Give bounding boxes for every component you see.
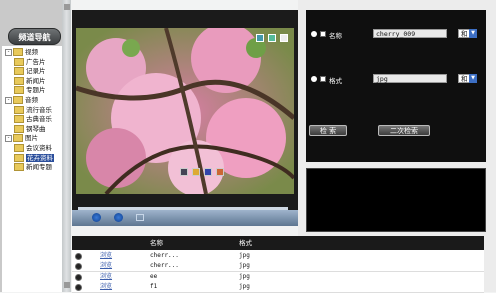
folder-icon [14, 163, 24, 172]
channel-nav-title: 频道导航 [8, 28, 61, 45]
expand-toggle-icon[interactable]: - [5, 134, 12, 142]
nav-item-label: 新闻专题 [26, 163, 52, 172]
row-select-radio[interactable] [75, 263, 82, 271]
chevron-down-icon[interactable]: ▼ [469, 29, 477, 38]
column-header-name: 名称 [150, 239, 163, 247]
browse-link[interactable]: 浏览 [100, 251, 112, 261]
nav-item[interactable]: 钢琴曲 [14, 124, 46, 134]
browse-link[interactable]: 浏览 [100, 261, 112, 271]
nav-tree: - 视频 广告片 记录片 新闻片 专题片 - 音频 流行音乐 古典音乐 钢琴曲 - 图片 会议资料 花卉资料… [2, 46, 62, 292]
results-info-panel [306, 168, 486, 232]
table-header: 名称 格式 [72, 236, 484, 250]
nav-item-label: 钢琴曲 [26, 124, 46, 133]
nav-item-label: 视频 [25, 48, 38, 56]
folder-icon [14, 124, 24, 133]
nav-item-label: 花卉资料 [26, 153, 54, 162]
nav-item-label: 广告片 [26, 57, 46, 66]
browse-link[interactable]: 浏览 [100, 282, 112, 292]
play-icon[interactable] [114, 213, 123, 222]
folder-icon [14, 57, 24, 66]
folder-icon [14, 115, 24, 124]
row-name: cherr... [150, 252, 179, 259]
fullscreen-icon[interactable] [256, 34, 264, 42]
nav-item[interactable]: 会议资料 [14, 144, 52, 153]
chevron-down-icon[interactable]: ▼ [469, 74, 477, 83]
folder-icon [14, 76, 24, 85]
nav-item-label: 图片 [25, 134, 38, 143]
folder-icon [14, 144, 24, 152]
folder-icon [14, 67, 24, 76]
nav-item[interactable]: 流行音乐 [14, 105, 52, 115]
format-input[interactable]: jpg [373, 74, 447, 83]
row-select-radio[interactable] [75, 283, 82, 291]
nav-item[interactable]: 新闻专题 [14, 163, 52, 172]
nav-item[interactable]: 记录片 [14, 67, 46, 76]
nav-item[interactable]: 花卉资料 [14, 153, 54, 163]
person-icon[interactable] [216, 168, 224, 176]
edit-icon[interactable] [280, 34, 288, 42]
collapse-down-icon[interactable] [64, 282, 70, 288]
table-row[interactable]: 浏览 f1 jpg [72, 281, 484, 293]
nav-category[interactable]: - 音频 [5, 96, 38, 105]
row-name: f1 [150, 282, 158, 290]
nav-item-label: 古典音乐 [26, 115, 52, 124]
secondary-search-button[interactable]: 二次检索 [378, 125, 430, 136]
name-label: 名称 [329, 32, 342, 40]
format-checkbox[interactable] [320, 76, 326, 82]
column-header-format: 格式 [239, 239, 252, 247]
camera-icon[interactable] [180, 168, 188, 176]
nav-item-label: 专题片 [26, 86, 46, 95]
folder-icon [14, 105, 24, 114]
disk-icon[interactable] [204, 168, 212, 176]
nav-item-label: 记录片 [26, 67, 46, 76]
nav-item[interactable]: 广告片 [14, 57, 46, 67]
seek-bar[interactable] [78, 207, 288, 210]
fit-screen-icon[interactable] [136, 214, 144, 221]
row-name: ee [150, 272, 158, 280]
nav-item[interactable]: 新闻片 [14, 76, 46, 86]
nav-category[interactable]: - 视频 [5, 48, 38, 57]
splitter[interactable] [62, 0, 71, 292]
player-controls [72, 210, 298, 226]
folder-icon [14, 153, 24, 162]
search-button[interactable]: 检 索 [309, 125, 347, 136]
row-format: jpg [239, 272, 250, 280]
folder-icon [13, 96, 23, 104]
stop-icon[interactable] [92, 213, 101, 222]
row-format: jpg [239, 282, 250, 290]
expand-toggle-icon[interactable]: - [5, 96, 12, 104]
folder-icon [13, 134, 23, 143]
row-select-radio[interactable] [75, 253, 82, 260]
row-select-radio[interactable] [75, 273, 82, 281]
format-label: 格式 [329, 77, 342, 85]
name-radio[interactable] [311, 31, 317, 37]
nav-item-label: 会议资料 [26, 144, 52, 152]
nav-item-label: 新闻片 [26, 76, 46, 85]
folder-icon [14, 86, 24, 95]
expand-toggle-icon[interactable]: - [5, 48, 12, 56]
row-format: jpg [239, 252, 250, 259]
nav-item[interactable]: 专题片 [14, 86, 46, 95]
nav-item[interactable]: 古典音乐 [14, 115, 52, 124]
nav-item-label: 流行音乐 [26, 105, 52, 114]
name-input[interactable]: cherry_009 [373, 29, 447, 38]
name-checkbox[interactable] [320, 31, 326, 37]
collapse-up-icon[interactable] [64, 4, 70, 10]
browse-link[interactable]: 浏览 [100, 272, 112, 282]
nav-category[interactable]: - 图片 [5, 134, 38, 143]
nav-item-label: 音频 [25, 96, 38, 104]
row-format: jpg [239, 262, 250, 270]
format-radio[interactable] [311, 76, 317, 82]
save-icon[interactable] [268, 34, 276, 42]
emoticon-icon[interactable] [192, 168, 200, 176]
row-name: cherr... [150, 262, 179, 270]
folder-icon [13, 48, 23, 56]
